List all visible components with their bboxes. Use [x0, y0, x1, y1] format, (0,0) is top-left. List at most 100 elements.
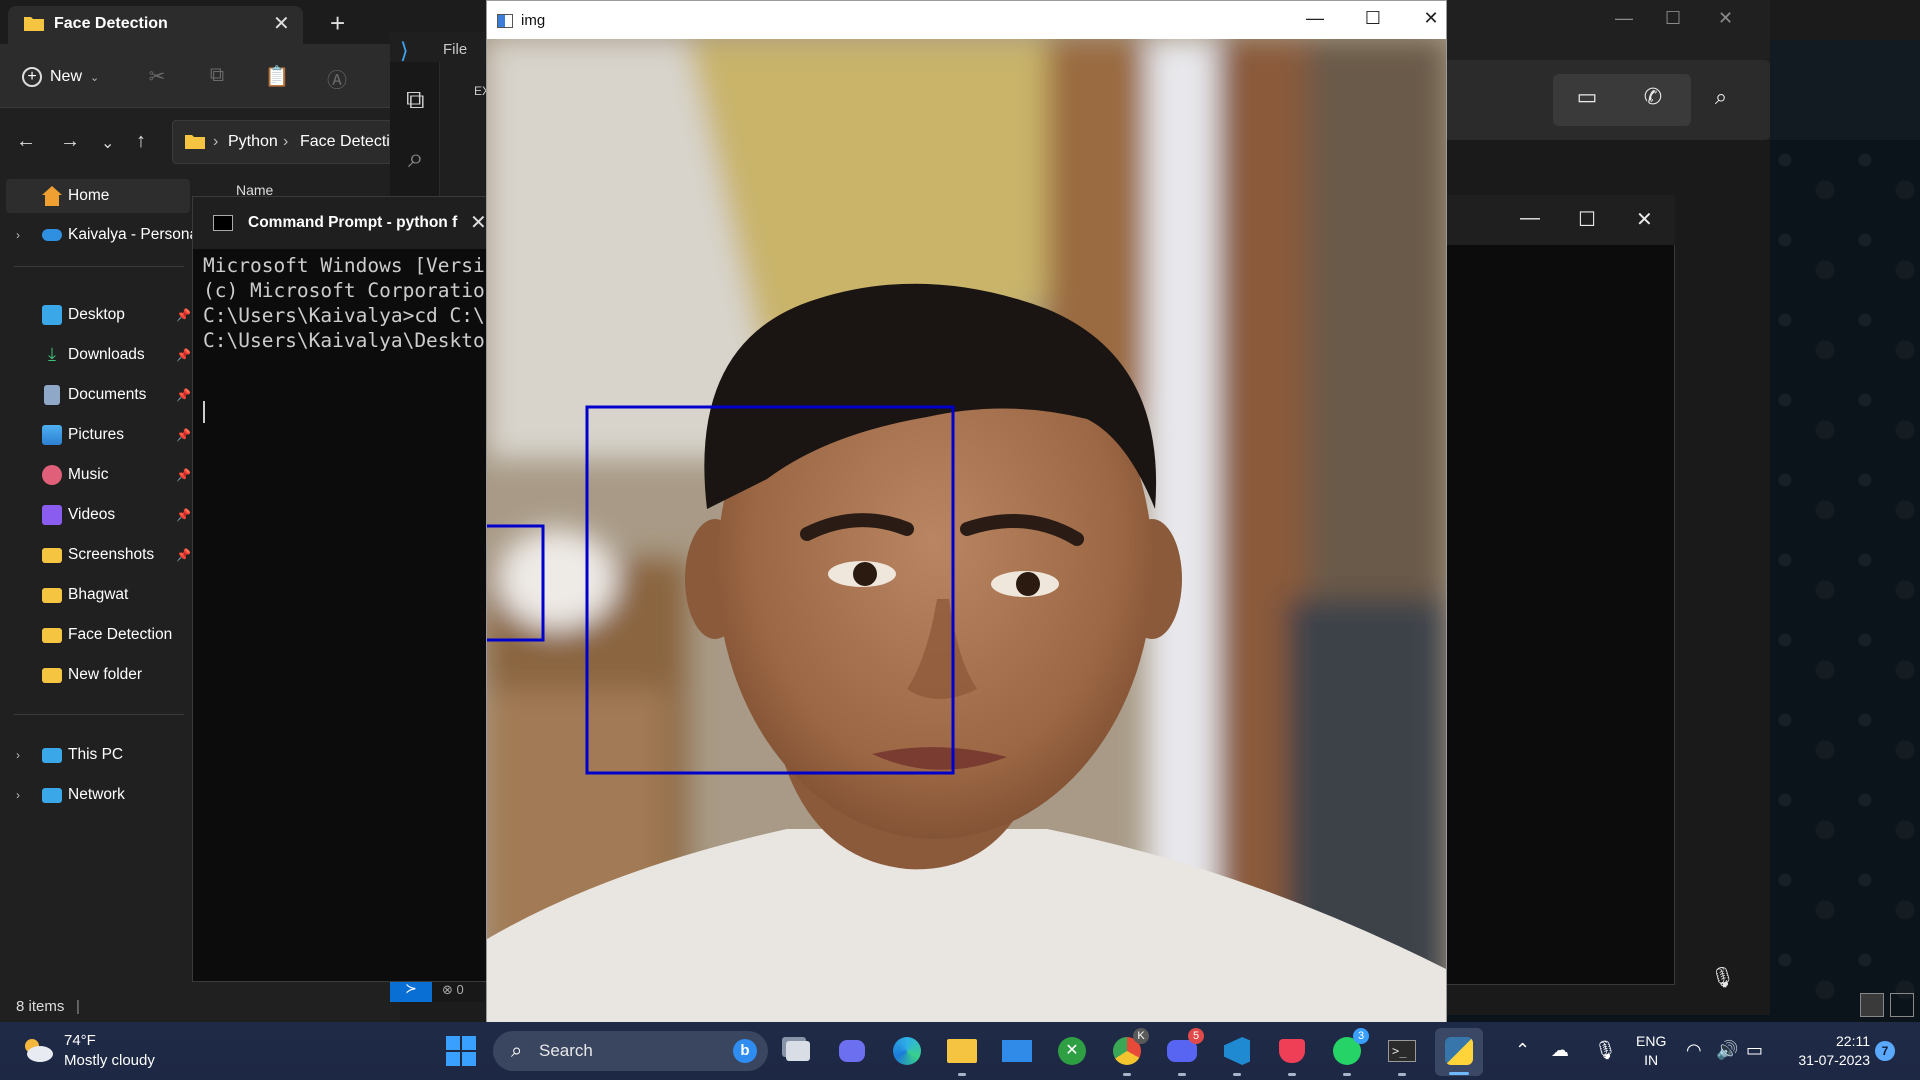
rename-icon[interactable]: Ⓐ — [324, 64, 350, 92]
minimize-icon[interactable]: — — [1615, 8, 1633, 29]
sidebar-item-home[interactable]: Home — [6, 179, 190, 213]
pin-icon[interactable]: 📌 — [176, 348, 191, 362]
notification-count-badge[interactable]: 7 — [1875, 1041, 1895, 1061]
sidebar-item-new-folder[interactable]: New folder — [0, 658, 190, 692]
breadcrumb-face-detection[interactable]: Face Detectio — [300, 133, 399, 151]
pin-icon[interactable]: 📌 — [176, 388, 191, 402]
clock[interactable]: 22:11 31-07-2023 — [1786, 1032, 1870, 1070]
chat-header-toolbar: ▭ ✆ ⌕ — [1440, 60, 1770, 140]
voice-call-icon[interactable]: ✆ — [1627, 74, 1679, 120]
vscode-menu-file[interactable]: File — [443, 41, 467, 58]
sidebar-item-onedrive[interactable]: › Kaivalya - Personal — [0, 218, 202, 252]
sidebar-item-label: Kaivalya - Personal — [68, 226, 202, 243]
up-arrow-icon[interactable]: ↑ — [136, 130, 146, 153]
desktop-icon — [42, 305, 62, 325]
forward-arrow-icon[interactable]: → — [60, 130, 80, 153]
pocket-icon[interactable] — [1272, 1032, 1312, 1076]
task-view-icon[interactable] — [778, 1032, 818, 1070]
maximize-icon[interactable]: ☐ — [1350, 8, 1396, 32]
close-tab-icon[interactable]: ✕ — [273, 11, 290, 36]
chrome-icon[interactable]: K — [1107, 1028, 1149, 1076]
minimize-icon[interactable]: — — [1520, 207, 1540, 230]
whatsapp-icon[interactable]: 3 — [1327, 1028, 1369, 1076]
sidebar-item-label: Face Detection — [68, 626, 173, 643]
close-icon[interactable]: ✕ — [1718, 8, 1733, 29]
sidebar-item-pictures[interactable]: Pictures 📌 — [0, 418, 191, 452]
tab-face-detection[interactable]: Face Detection ✕ — [8, 6, 303, 44]
discord-icon[interactable]: 5 — [1162, 1028, 1204, 1076]
tiles-view-icon[interactable] — [1890, 993, 1914, 1017]
sidebar-item-screenshots[interactable]: Screenshots 📌 — [0, 538, 191, 572]
sidebar-item-bhagwat[interactable]: Bhagwat — [0, 578, 190, 612]
copy-icon[interactable]: ⧉ — [204, 64, 230, 90]
sidebar-item-videos[interactable]: Videos 📌 — [0, 498, 191, 532]
close-icon[interactable]: ✕ — [1408, 8, 1454, 32]
chat-titlebar: — ☐ ✕ — [1440, 0, 1770, 56]
sidebar-item-label: Documents — [68, 386, 147, 403]
search-icon[interactable]: ⌕ — [408, 142, 424, 175]
sidebar-item-this-pc[interactable]: › This PC — [0, 738, 190, 772]
music-icon — [42, 465, 62, 485]
volume-icon[interactable]: 🔊 — [1716, 1040, 1738, 1061]
close-icon[interactable]: ✕ — [1636, 207, 1653, 232]
pin-icon[interactable]: 📌 — [176, 508, 191, 522]
pin-icon[interactable]: 📌 — [176, 468, 191, 482]
sidebar-item-face-detection[interactable]: Face Detection — [0, 618, 190, 652]
mail-icon[interactable] — [997, 1032, 1037, 1070]
video-call-icon[interactable]: ▭ — [1561, 74, 1613, 120]
sidebar-item-documents[interactable]: Documents 📌 — [0, 378, 191, 412]
cut-icon[interactable]: ✂ — [144, 64, 170, 90]
vscode-icon[interactable] — [1217, 1032, 1257, 1076]
start-button[interactable] — [446, 1036, 476, 1066]
notification-badge: 3 — [1353, 1028, 1369, 1044]
maximize-icon[interactable]: ☐ — [1578, 207, 1596, 232]
running-indicator — [1343, 1073, 1351, 1076]
taskbar-search[interactable]: ⌕ Search b — [493, 1031, 768, 1071]
teams-chat-icon[interactable] — [832, 1032, 872, 1070]
close-icon[interactable]: ✕ — [470, 210, 487, 235]
pin-icon[interactable]: 📌 — [176, 548, 191, 562]
onedrive-cloud-icon[interactable]: ☁ — [1551, 1040, 1569, 1061]
sidebar-item-desktop[interactable]: Desktop 📌 — [0, 298, 191, 332]
paste-icon[interactable]: 📋 — [264, 64, 290, 90]
pin-icon[interactable]: 📌 — [176, 428, 191, 442]
address-bar[interactable]: › Python › Face Detectio — [172, 120, 400, 164]
details-view-icon[interactable] — [1860, 993, 1884, 1017]
recent-locations-icon[interactable]: ⌄ — [101, 133, 114, 153]
terminal-icon[interactable]: >_ — [1382, 1032, 1422, 1076]
breadcrumb-python[interactable]: Python — [228, 133, 278, 151]
edge-icon[interactable] — [887, 1032, 927, 1070]
sidebar-item-music[interactable]: Music 📌 — [0, 458, 191, 492]
microphone-icon[interactable]: 🎙 — [1710, 965, 1735, 990]
file-explorer-icon[interactable] — [942, 1032, 982, 1076]
error-count[interactable]: ⊗ 0 — [442, 982, 464, 998]
sidebar-item-network[interactable]: › Network — [0, 778, 190, 812]
sidebar-item-downloads[interactable]: ⤓ Downloads 📌 — [0, 338, 191, 372]
computer-icon — [42, 747, 62, 763]
pin-icon[interactable]: 📌 — [176, 308, 191, 322]
xbox-icon[interactable]: ✕ — [1052, 1032, 1092, 1070]
remote-indicator-icon[interactable]: ≻ — [390, 980, 432, 1002]
minimize-icon[interactable]: — — [1292, 8, 1338, 32]
sidebar-item-label: Videos — [68, 506, 116, 523]
weather-widget[interactable]: 74°F Mostly cloudy — [20, 1030, 170, 1074]
microphone-icon[interactable]: 🎙 — [1594, 1040, 1617, 1061]
explorer-files-icon[interactable]: ⧉ — [406, 84, 425, 116]
document-icon — [44, 385, 60, 405]
bing-icon[interactable]: b — [733, 1039, 757, 1063]
maximize-icon[interactable]: ☐ — [1665, 8, 1681, 29]
cmd-output[interactable]: Microsoft Windows [Versi (c) Microsoft Co… — [203, 253, 485, 353]
battery-icon[interactable]: ▭ — [1746, 1040, 1763, 1061]
folder-icon — [42, 547, 62, 563]
chevron-up-icon[interactable]: ⌃ — [1515, 1040, 1530, 1061]
python-icon[interactable] — [1439, 1032, 1479, 1070]
folder-icon — [185, 135, 205, 149]
search-icon[interactable]: ⌕ — [1695, 74, 1747, 120]
language-code: ENG — [1636, 1033, 1667, 1049]
wifi-icon[interactable]: ◠ — [1686, 1040, 1702, 1061]
back-arrow-icon[interactable]: ← — [16, 130, 36, 153]
input-language-indicator[interactable]: ENG IN — [1636, 1032, 1666, 1070]
new-button[interactable]: + New ⌄ — [22, 64, 99, 90]
new-tab-icon[interactable]: + — [330, 8, 345, 39]
chevron-right-icon: › — [16, 228, 20, 242]
